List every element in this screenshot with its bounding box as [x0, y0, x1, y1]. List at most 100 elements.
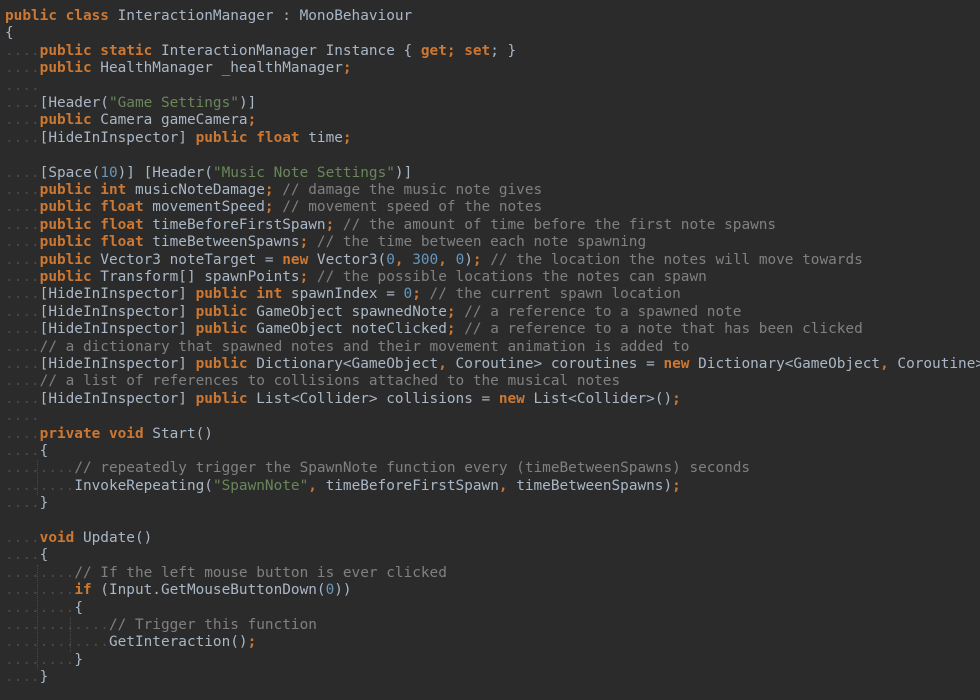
code-token: // Trigger this function — [108, 617, 317, 633]
code-token: timeBetweenSpawns) — [516, 477, 673, 494]
indent-dots: .... — [5, 77, 40, 94]
code-line: ....public static InteractionManager Ins… — [5, 43, 516, 60]
code-token: [HideInInspector] — [39, 321, 196, 338]
code-token: public — [195, 356, 248, 372]
indent-dots: ........ — [5, 651, 75, 668]
code-line: ....} — [5, 495, 48, 512]
code-token: // movement speed of the notes — [282, 199, 543, 216]
code-token: [HideInInspector] — [39, 390, 196, 407]
code-line: ....public Camera gameCamera; — [5, 112, 256, 129]
code-line: ....public float timeBetweenSpawns; // t… — [5, 234, 646, 251]
code-line: ........// If the left mouse button is e… — [5, 565, 447, 582]
code-token: , — [394, 251, 413, 268]
code-token: Coroutine>() — [897, 356, 980, 372]
code-token: "SpawnNote" — [212, 477, 309, 494]
code-token: 0 — [455, 251, 465, 268]
code-line: ....public float timeBeforeFirstSpawn; /… — [5, 217, 776, 234]
code-token: ; } — [490, 42, 517, 59]
code-token: public float — [195, 129, 300, 146]
code-line: ....[HideInInspector] public Dictionary<… — [5, 356, 980, 373]
code-line: ....{ — [5, 547, 48, 564]
code-token: time — [299, 129, 343, 146]
code-line: .... — [5, 78, 40, 95]
code-line: ....public Vector3 noteTarget = new Vect… — [5, 252, 863, 269]
indent-dots: .... — [5, 129, 40, 146]
code-token: 0 — [403, 286, 413, 303]
code-line: ....[HideInInspector] public GameObject … — [5, 304, 741, 321]
code-token: } — [74, 651, 83, 668]
indent-dots: ........ — [5, 477, 75, 494]
code-token: // If the left mouse button is ever clic… — [74, 564, 447, 581]
code-token: (Input.GetMouseButtonDown( — [91, 582, 326, 599]
indent-dots: .... — [5, 443, 40, 459]
code-token: "Game Settings" — [108, 95, 239, 111]
code-token: // damage the music note gives — [282, 182, 543, 198]
code-line: ....{ — [5, 443, 48, 460]
indent-dots: ........ — [5, 460, 75, 477]
code-token: void — [39, 530, 75, 546]
code-token: [HideInInspector] — [39, 303, 196, 320]
code-token: [HideInInspector] — [39, 129, 196, 146]
code-token: [Space( — [39, 164, 101, 181]
indent-dots: .... — [5, 547, 40, 564]
code-line: .... — [5, 408, 40, 425]
code-token: timeBeforeFirstSpawn — [143, 216, 326, 233]
code-line: ....[HideInInspector] public float time; — [5, 130, 352, 147]
indent-dots: .... — [5, 234, 40, 251]
code-token: ; — [672, 477, 681, 494]
code-token: ; — [325, 216, 343, 233]
code-token: GetInteraction() — [108, 634, 248, 651]
code-token: Vector3 noteTarget = — [91, 251, 283, 268]
indent-dots: .... — [5, 408, 40, 425]
code-token: ) — [464, 251, 473, 268]
code-token: ; — [446, 303, 465, 320]
indent-dots: .... — [5, 42, 40, 59]
code-token: public class — [5, 8, 109, 24]
code-token: ; — [247, 112, 257, 129]
code-token: ; — [299, 269, 317, 285]
code-token: public float — [39, 216, 144, 233]
code-token: // the possible locations the notes can … — [316, 269, 707, 285]
indent-dots: ............ — [5, 634, 109, 651]
indent-dots: ............ — [5, 617, 109, 633]
code-token: ; — [247, 634, 257, 651]
indent-dots: .... — [5, 373, 40, 390]
code-token: Camera gameCamera — [91, 112, 248, 129]
code-token: timeBetweenSpawns — [143, 234, 300, 251]
code-token: public int — [39, 182, 127, 198]
indent-dots: .... — [5, 199, 40, 216]
indent-dots: .... — [5, 303, 40, 320]
code-token: , — [498, 477, 517, 494]
code-line: ....private void Start() — [5, 426, 213, 443]
code-token: ; — [264, 199, 283, 216]
code-token: public — [195, 303, 248, 320]
code-token: "Music Note Settings" — [212, 164, 395, 181]
code-token: )] — [394, 164, 413, 181]
code-token: movementSpeed — [143, 199, 265, 216]
code-line: ....public HealthManager _healthManager; — [5, 60, 352, 77]
indent-dots: .... — [5, 321, 40, 338]
indent-dots: .... — [5, 60, 40, 77]
code-line: ....[HideInInspector] public GameObject … — [5, 321, 863, 338]
code-token: Update() — [74, 530, 153, 546]
code-token: set — [464, 42, 491, 59]
code-line: ....public float movementSpeed; // movem… — [5, 199, 542, 216]
indent-dots: ........ — [5, 582, 75, 599]
code-token: ; — [472, 251, 491, 268]
indent-dots: .... — [5, 530, 40, 546]
code-token: 300 — [412, 251, 439, 268]
code-token: // a reference to a note that has been c… — [464, 321, 863, 338]
code-line: ........} — [5, 652, 83, 669]
code-token: new — [282, 251, 309, 268]
code-token: ; — [446, 321, 465, 338]
indent-dots: .... — [5, 182, 40, 198]
code-token: public — [39, 112, 92, 129]
code-token: ; — [412, 286, 430, 303]
code-editor[interactable]: public class InteractionManager : MonoBe… — [0, 0, 980, 700]
code-token: // the location the notes will move towa… — [490, 251, 863, 268]
code-token: )) — [334, 582, 352, 599]
code-token: GameObject noteClicked — [247, 321, 447, 338]
indent-dots: .... — [5, 251, 40, 268]
code-token: List<Collider>() — [524, 390, 673, 407]
code-line: public class InteractionManager : MonoBe… — [5, 8, 412, 25]
